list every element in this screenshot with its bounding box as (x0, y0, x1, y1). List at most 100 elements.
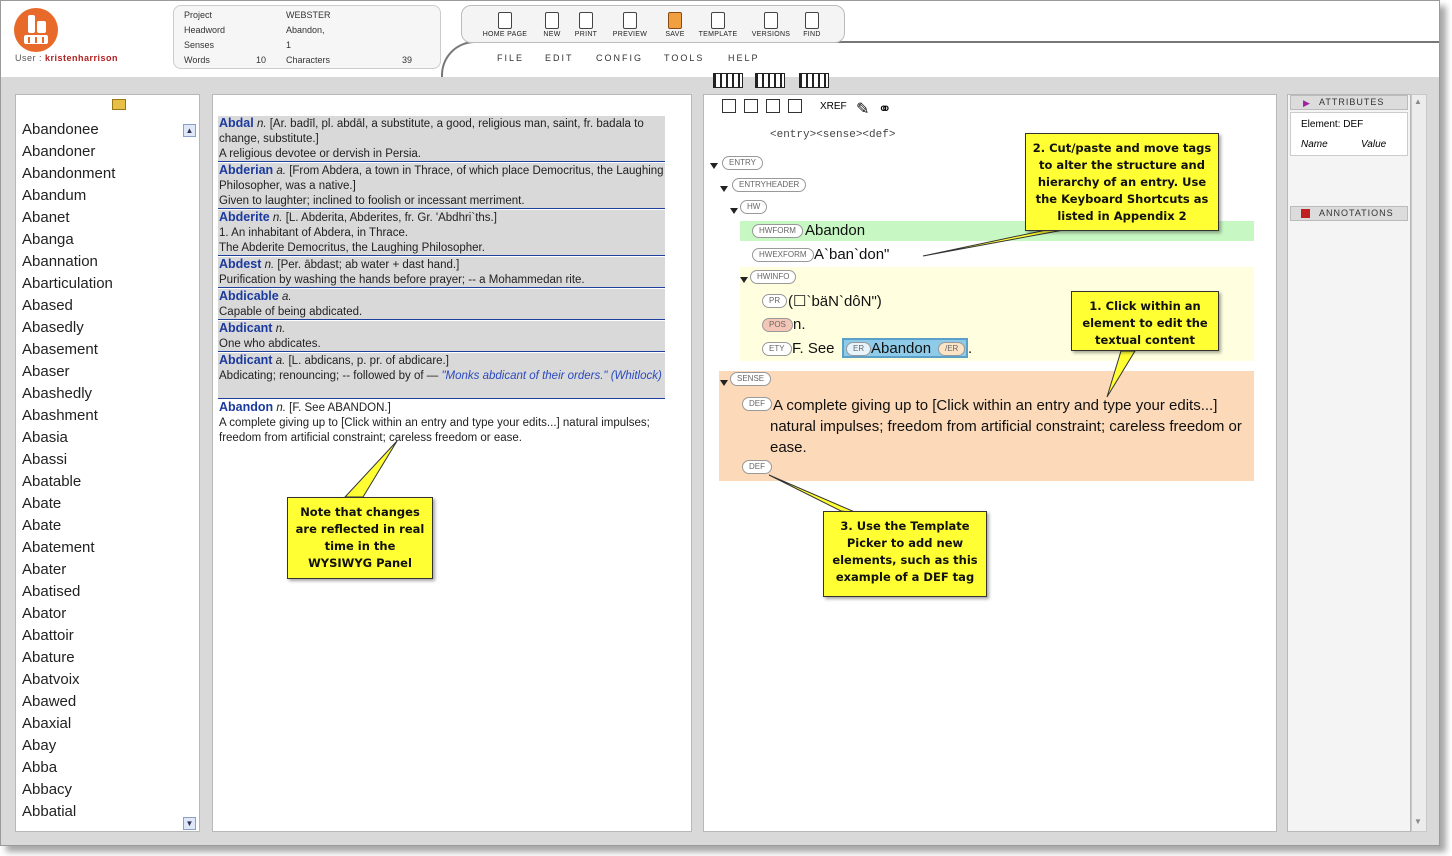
hwexform-tag[interactable]: HWEXFORM (752, 248, 814, 262)
collapse-entryheader-icon[interactable] (720, 186, 728, 192)
layout-2-icon[interactable] (755, 73, 785, 88)
wysiwyg-entry[interactable]: Abderite n. [L. Abderita, Abderites, fr.… (218, 210, 665, 256)
ety-tag[interactable]: ETY (762, 342, 792, 356)
headword-list-item[interactable]: Abater (22, 561, 66, 578)
link-icon[interactable]: ⚭ (878, 99, 892, 118)
def-text[interactable]: A complete giving up to [Click within an… (770, 395, 1248, 458)
er-text[interactable]: Abandon (871, 340, 931, 357)
headword-list-item[interactable]: Abarticulation (22, 275, 113, 292)
collapse-hwinfo-icon[interactable] (740, 277, 748, 283)
er-close-tag[interactable]: /ER (938, 342, 966, 356)
headword-list-item[interactable]: Abbatial (22, 803, 76, 820)
edit-icon[interactable]: ✎ (856, 99, 870, 118)
outdent-icon[interactable] (744, 99, 758, 113)
menu-file[interactable]: FILE (497, 53, 524, 63)
pos-text[interactable]: n. (793, 316, 806, 333)
wysiwyg-entry[interactable]: Abdal n. [Ar. badīl, pl. abdāl, a substi… (218, 116, 665, 162)
headword-list-item[interactable]: Abatvoix (22, 671, 80, 688)
scroll-up-icon[interactable]: ▲ (183, 124, 196, 137)
headword-list-item[interactable]: Abbacy (22, 781, 72, 798)
hwexform-text[interactable]: A`ban`don" (814, 246, 889, 263)
headword-list-item[interactable]: Abate (22, 495, 61, 512)
layout-1-icon[interactable] (713, 73, 743, 88)
senses-label: Senses (184, 40, 215, 50)
headword-list-item[interactable]: Abandum (22, 187, 86, 204)
ety-end-text[interactable]: . (968, 340, 972, 357)
entry-pos: n. (276, 402, 286, 414)
xref-button[interactable]: XREF (820, 101, 847, 112)
move-down-icon[interactable] (788, 99, 802, 113)
attributes-scrollbar[interactable]: ▲ ▼ (1411, 94, 1427, 832)
open-folder-icon[interactable] (112, 99, 126, 110)
hw-tag[interactable]: HW (740, 200, 768, 214)
collapse-sense-icon[interactable] (720, 380, 728, 386)
wysiwyg-entry[interactable]: Abderian a. [From Abdera, a town in Thra… (218, 163, 665, 209)
pr-tag[interactable]: PR (762, 294, 788, 308)
headword-list-item[interactable]: Abandoner (22, 143, 95, 160)
pos-tag[interactable]: POS (762, 318, 793, 332)
scroll-down-icon[interactable]: ▼ (1414, 817, 1422, 826)
headword-list-item[interactable]: Abatable (22, 473, 81, 490)
headword-list-item[interactable]: Abashment (22, 407, 98, 424)
element-breadcrumb[interactable]: <entry><sense><def> (770, 129, 895, 141)
headword-list-item[interactable]: Abandonee (22, 121, 99, 138)
annotations-header[interactable]: ANNOTATIONS (1290, 206, 1408, 221)
layout-3-icon[interactable] (799, 73, 829, 88)
headword-list-item[interactable]: Abature (22, 649, 75, 666)
headword-list-item[interactable]: Abate (22, 517, 61, 534)
new-def-tag[interactable]: DEF (742, 460, 772, 474)
menu-help[interactable]: HELP (728, 53, 760, 63)
er-tag[interactable]: ER (846, 342, 872, 356)
collapse-entry-icon[interactable] (710, 163, 718, 169)
wysiwyg-entry[interactable]: Abdicable a. Capable of being abdicated. (218, 289, 665, 320)
preview-button[interactable]: PREVIEW (605, 12, 655, 38)
scroll-down-icon[interactable]: ▼ (183, 817, 196, 830)
print-button[interactable]: PRINT (561, 12, 611, 38)
entry-pos: n. (256, 118, 267, 130)
wysiwyg-entry[interactable]: Abdicant a. [L. abdicans, p. pr. of abdi… (218, 353, 665, 399)
headword-list-item[interactable]: Abasedly (22, 319, 84, 336)
headword-list-item[interactable]: Abasia (22, 429, 68, 446)
find-button[interactable]: FIND (787, 12, 837, 38)
hwform-text[interactable]: Abandon (805, 222, 865, 239)
headword-list-item[interactable]: Abaxial (22, 715, 71, 732)
wysiwyg-entry[interactable]: Abdicant n. One who abdicates. (218, 321, 665, 352)
home-page-button[interactable]: HOME PAGE (480, 12, 530, 38)
scroll-up-icon[interactable]: ▲ (1414, 97, 1422, 106)
attributes-header[interactable]: ▶ ATTRIBUTES (1290, 95, 1408, 110)
menu-tools[interactable]: TOOLS (664, 53, 704, 63)
headword-list-item[interactable]: Abator (22, 605, 66, 622)
headword-list-item[interactable]: Abawed (22, 693, 76, 710)
headword-list-item[interactable]: Abatised (22, 583, 80, 600)
headword-list-item[interactable]: Abaser (22, 363, 70, 380)
entry-tag[interactable]: ENTRY (722, 156, 763, 170)
wysiwyg-current-entry[interactable]: Abandon n. [F. See ABANDON.] A complete … (218, 400, 665, 448)
headword-list-item[interactable]: Abanet (22, 209, 70, 226)
entryheader-tag[interactable]: ENTRYHEADER (732, 178, 807, 192)
template-button[interactable]: TEMPLATE (693, 12, 743, 38)
menu-edit[interactable]: EDIT (545, 53, 574, 63)
wysiwyg-entry[interactable]: Abdest n. [Per. ābdast; ab water + dast … (218, 257, 665, 288)
headword-list-item[interactable]: Abassi (22, 451, 67, 468)
pr-text[interactable]: (☐`bäN`dôN") (788, 292, 882, 310)
headword-list-scrollbar[interactable]: ▲ ▼ (183, 123, 197, 831)
headword-list-item[interactable]: Abasement (22, 341, 98, 358)
menu-config[interactable]: CONFIG (596, 53, 643, 63)
headword-list-item[interactable]: Abashedly (22, 385, 92, 402)
headword-list-item[interactable]: Abattoir (22, 627, 74, 644)
sense-tag[interactable]: SENSE (730, 372, 772, 386)
indent-icon[interactable] (722, 99, 736, 113)
headword-list-item[interactable]: Abba (22, 759, 57, 776)
hwform-tag[interactable]: HWFORM (752, 224, 803, 238)
move-up-icon[interactable] (766, 99, 780, 113)
headword-list-item[interactable]: Abased (22, 297, 73, 314)
headword-list-item[interactable]: Abandonment (22, 165, 115, 182)
ety-text[interactable]: F. See (792, 340, 835, 357)
headword-list-item[interactable]: Abannation (22, 253, 98, 270)
headword-list-item[interactable]: Abatement (22, 539, 95, 556)
collapse-hw-icon[interactable] (730, 208, 738, 214)
headword-list-item[interactable]: Abanga (22, 231, 74, 248)
def-tag[interactable]: DEF (742, 397, 772, 411)
hwinfo-tag[interactable]: HWINFO (750, 270, 797, 284)
headword-list-item[interactable]: Abay (22, 737, 56, 754)
